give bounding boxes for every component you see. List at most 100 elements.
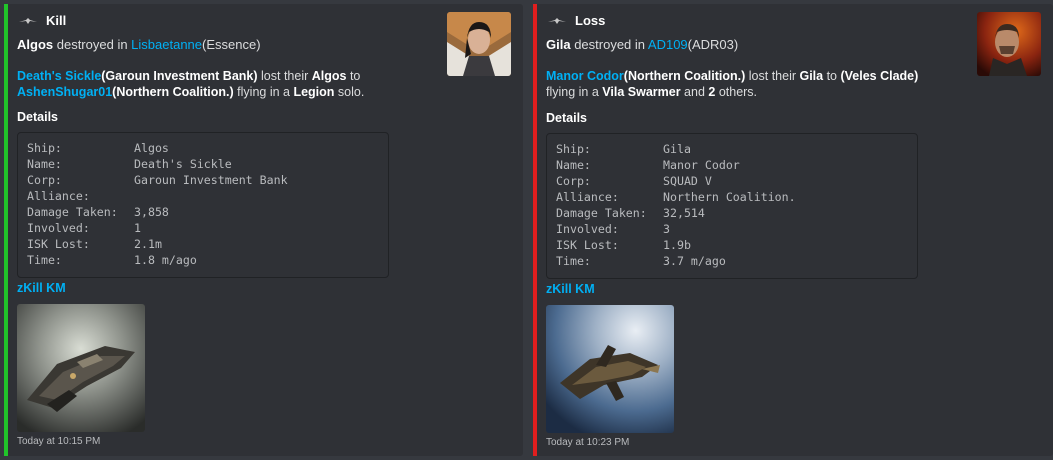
detail-key: ISK Lost:	[556, 238, 619, 252]
detail-value: 32,514	[663, 206, 705, 220]
victim-ship: Gila	[799, 69, 824, 83]
detail-key: Time:	[27, 253, 62, 267]
detail-key: Time:	[556, 254, 591, 268]
detail-key: Alliance:	[27, 189, 90, 203]
detail-key: Name:	[27, 157, 62, 171]
details-label: Details	[17, 110, 58, 124]
attacker-link[interactable]: AshenShugar01	[17, 85, 112, 99]
details-code-block: Ship: Gila Name: Manor Codor Corp: SQUAD V All…	[546, 133, 918, 279]
detail-key: Name:	[556, 158, 591, 172]
title-mid: destroyed in	[570, 37, 648, 52]
detail-value: Gila	[663, 142, 691, 156]
detail-row: Name: Manor Codor	[556, 157, 908, 173]
ship-image[interactable]	[546, 305, 674, 433]
embed-author-name: Kill	[46, 13, 67, 28]
detail-value: 1.9b	[663, 238, 691, 252]
detail-value: Death's Sickle	[134, 157, 232, 171]
eve-wings-icon	[548, 17, 566, 24]
details-label: Details	[546, 111, 587, 125]
ship-image[interactable]	[17, 304, 145, 432]
attacker-corp: (Veles Clade)	[840, 69, 919, 83]
loss-embed: Loss Gila destroyed in AD109(ADR03) Mano…	[533, 4, 1053, 456]
detail-key: Corp:	[27, 173, 62, 187]
detail-row: Name: Death's Sickle	[27, 156, 379, 172]
detail-value: SQUAD V	[663, 174, 712, 188]
detail-value: Algos	[134, 141, 169, 155]
kill-color-stripe	[4, 4, 8, 456]
detail-value: 3.7 m/ago	[663, 254, 726, 268]
detail-row: Ship: Gila	[556, 141, 908, 157]
embed-description: Death's Sickle(Garoun Investment Bank) l…	[17, 68, 364, 100]
desc-text: lost their	[257, 69, 312, 83]
zkill-link[interactable]: zKill KM	[17, 281, 66, 295]
desc-text: others.	[715, 85, 758, 99]
detail-value: Garoun Investment Bank	[134, 173, 288, 187]
embed-description: Manor Codor(Northern Coalition.) lost th…	[546, 68, 918, 100]
detail-row: Alliance: Northern Coalition.	[556, 189, 908, 205]
system-link[interactable]: AD109	[648, 37, 688, 52]
detail-row: Corp: Garoun Investment Bank	[27, 172, 379, 188]
attacker-ship: Vila Swarmer	[602, 85, 681, 99]
title-region: (Essence)	[202, 37, 261, 52]
desc-text: flying in a	[546, 85, 603, 99]
embed-timestamp: Today at 10:23 PM	[546, 437, 630, 448]
detail-row: Ship: Algos	[27, 140, 379, 156]
victim-link[interactable]: Death's Sickle	[17, 69, 101, 83]
attacker-ship: Legion	[293, 85, 335, 99]
attacker-corp: (Northern Coalition.)	[112, 85, 234, 99]
victim-corp: (Northern Coalition.)	[623, 69, 746, 83]
victim-portrait[interactable]	[977, 12, 1041, 76]
title-ship: Algos	[17, 37, 54, 52]
detail-value: Northern Coalition.	[663, 190, 796, 204]
detail-key: Involved:	[556, 222, 619, 236]
detail-value: 2.1m	[134, 237, 162, 251]
detail-row: ISK Lost: 2.1m	[27, 236, 379, 252]
detail-value: 3,858	[134, 205, 169, 219]
embed-author-name: Loss	[575, 13, 606, 28]
desc-text: and	[680, 85, 709, 99]
detail-row: Time: 1.8 m/ago	[27, 252, 379, 268]
detail-key: Damage Taken:	[27, 205, 118, 219]
embed-title: Gila destroyed in AD109(ADR03)	[546, 37, 738, 52]
victim-corp: (Garoun Investment Bank)	[101, 69, 258, 83]
detail-key: Corp:	[556, 174, 591, 188]
embed-timestamp: Today at 10:15 PM	[17, 436, 101, 447]
detail-value: 3	[663, 222, 670, 236]
desc-text: lost their	[745, 69, 800, 83]
detail-key: Involved:	[27, 221, 90, 235]
desc-text: to	[346, 69, 361, 83]
details-code-block: Ship: Algos Name: Death's Sickle Corp: Garoun…	[17, 132, 389, 278]
detail-key: Damage Taken:	[556, 206, 647, 220]
detail-key: Ship:	[556, 142, 591, 156]
victim-link[interactable]: Manor Codor	[546, 69, 624, 83]
embed-author: Kill	[18, 13, 66, 28]
system-link[interactable]: Lisbaetanne	[131, 37, 202, 52]
loss-color-stripe	[533, 4, 537, 456]
detail-row: Involved: 3	[556, 221, 908, 237]
eve-wings-icon	[19, 17, 37, 24]
kill-embed: Kill Algos destroyed in Lisbaetanne(Esse…	[4, 4, 523, 456]
embed-author: Loss	[547, 13, 605, 28]
detail-key: Ship:	[27, 141, 62, 155]
detail-value: 1	[134, 221, 141, 235]
embed-title: Algos destroyed in Lisbaetanne(Essence)	[17, 37, 261, 52]
desc-text: flying in a	[233, 85, 294, 99]
title-region: (ADR03)	[687, 37, 739, 52]
detail-value: 1.8 m/ago	[134, 253, 197, 267]
detail-row: Time: 3.7 m/ago	[556, 253, 908, 269]
zkill-link[interactable]: zKill KM	[546, 282, 595, 296]
detail-row: Damage Taken: 32,514	[556, 205, 908, 221]
detail-row: Involved: 1	[27, 220, 379, 236]
victim-portrait[interactable]	[447, 12, 511, 76]
detail-row: Corp: SQUAD V	[556, 173, 908, 189]
detail-row: ISK Lost: 1.9b	[556, 237, 908, 253]
title-ship: Gila	[546, 37, 571, 52]
desc-text: to	[823, 69, 841, 83]
detail-row: Damage Taken: 3,858	[27, 204, 379, 220]
detail-key: ISK Lost:	[27, 237, 90, 251]
victim-ship: Algos	[311, 69, 347, 83]
title-mid: destroyed in	[53, 37, 132, 52]
detail-row: Alliance:	[27, 188, 379, 204]
detail-value: Manor Codor	[663, 158, 740, 172]
desc-text: solo.	[334, 85, 365, 99]
